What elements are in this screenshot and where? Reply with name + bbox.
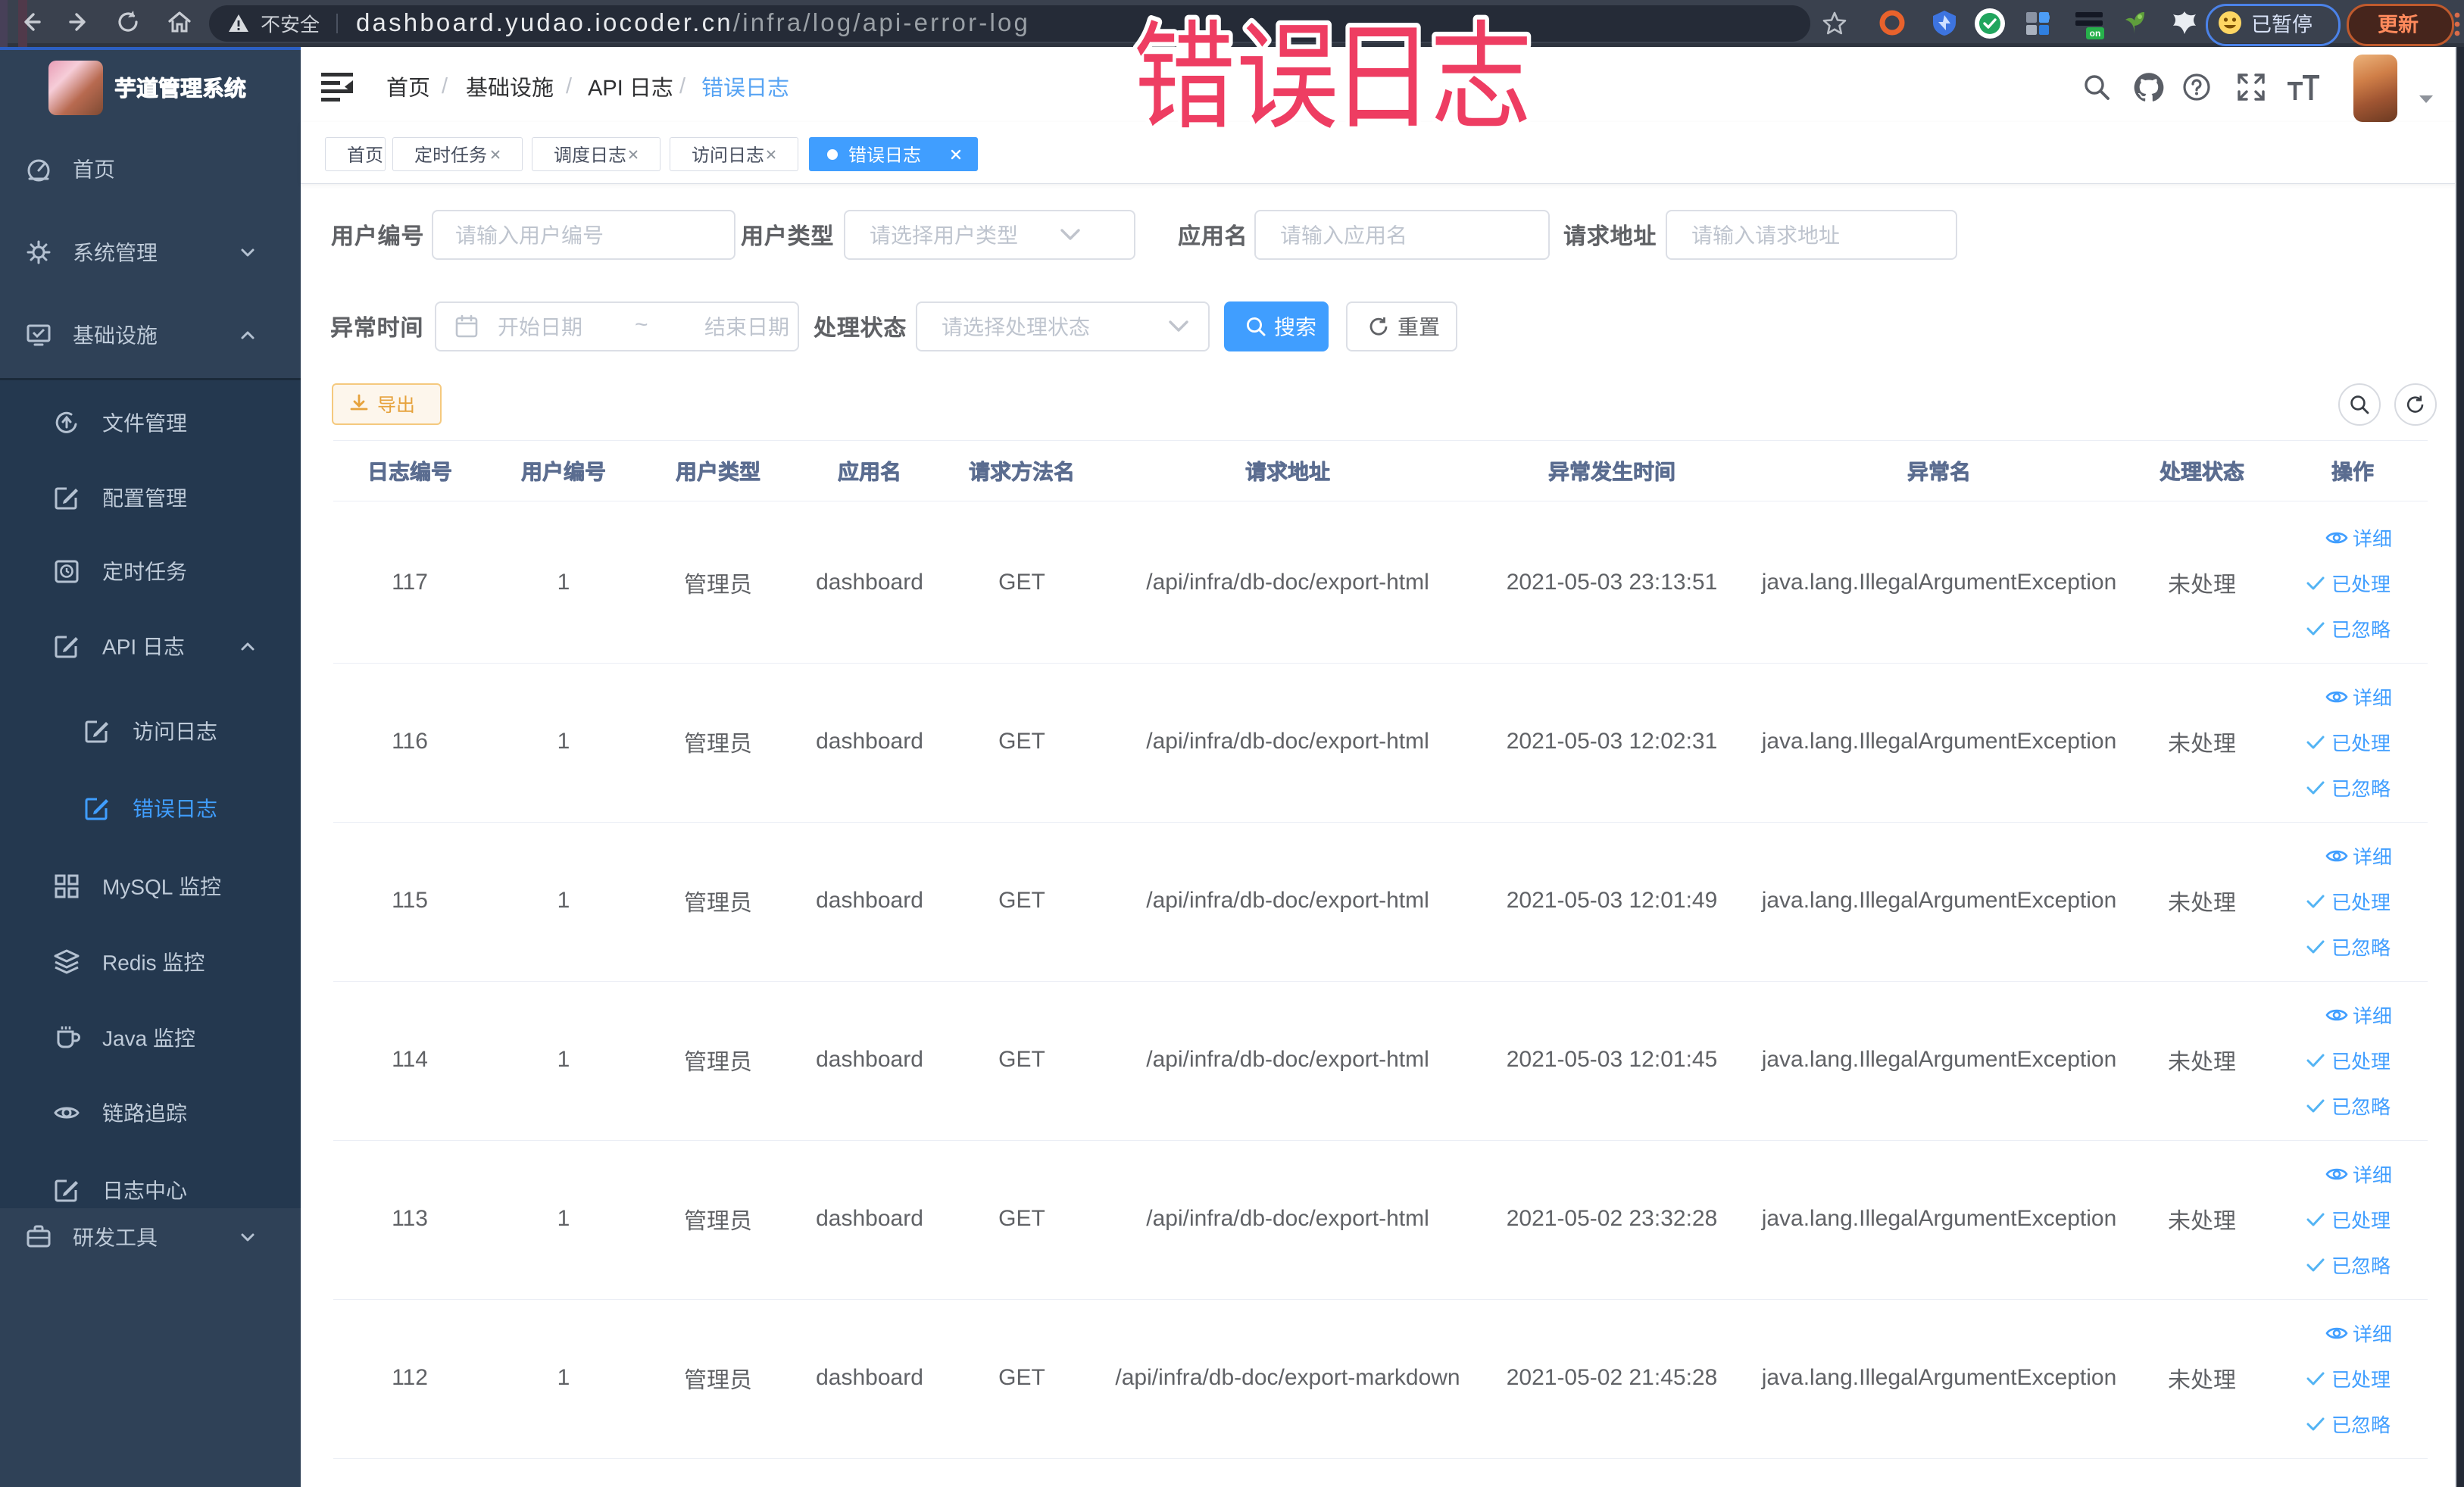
svg-text:on: on	[2090, 28, 2101, 39]
